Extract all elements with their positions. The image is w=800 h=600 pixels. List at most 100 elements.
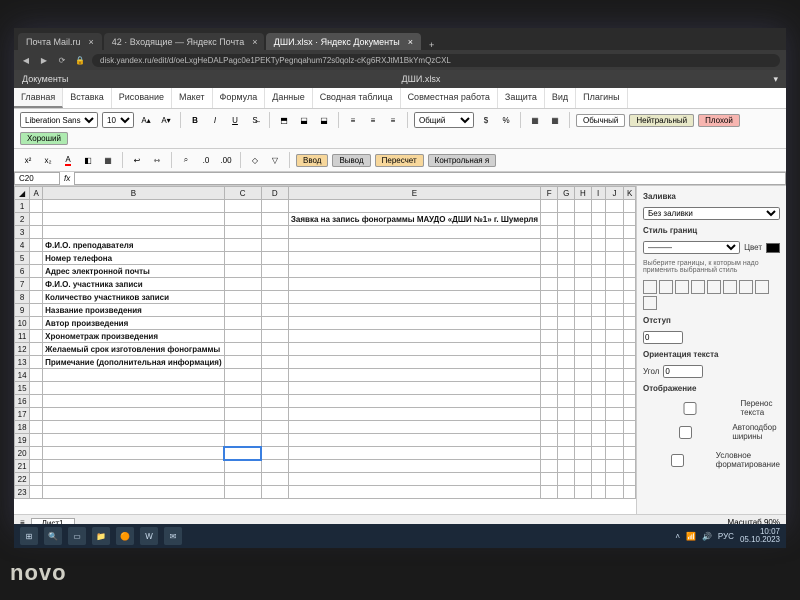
cell[interactable] xyxy=(605,343,624,356)
cell[interactable] xyxy=(541,343,558,356)
cell[interactable] xyxy=(575,226,592,239)
cell[interactable] xyxy=(224,330,261,343)
cell[interactable] xyxy=(575,395,592,408)
cell[interactable] xyxy=(541,447,558,460)
cell[interactable] xyxy=(288,278,540,291)
menu-formula[interactable]: Формула xyxy=(213,88,266,108)
number-format-select[interactable]: Общий xyxy=(414,112,474,128)
currency-icon[interactable]: $ xyxy=(478,112,494,128)
cell[interactable] xyxy=(591,382,605,395)
cell[interactable] xyxy=(624,421,636,434)
cell[interactable] xyxy=(591,304,605,317)
cell[interactable] xyxy=(605,330,624,343)
cell[interactable] xyxy=(558,343,575,356)
cell[interactable]: Количество участников записи xyxy=(43,291,225,304)
fill-select[interactable]: Без заливки xyxy=(643,207,780,220)
col-header[interactable]: I xyxy=(591,187,605,200)
cell[interactable] xyxy=(288,382,540,395)
cell[interactable] xyxy=(605,447,624,460)
autofit-checkbox[interactable]: Автоподбор ширины xyxy=(643,423,780,441)
cell[interactable] xyxy=(605,434,624,447)
cell[interactable] xyxy=(43,473,225,486)
row-header[interactable]: 16 xyxy=(15,395,30,408)
cell[interactable] xyxy=(541,239,558,252)
browser-tab[interactable]: ДШИ.xlsx · Яндекс Документы× xyxy=(266,33,421,50)
cell[interactable]: Номер телефона xyxy=(43,252,225,265)
style-normal[interactable]: Обычный xyxy=(576,114,625,127)
cell[interactable] xyxy=(261,356,288,369)
cell[interactable] xyxy=(288,317,540,330)
close-icon[interactable]: × xyxy=(252,37,257,47)
cell[interactable] xyxy=(624,473,636,486)
align-top-icon[interactable]: ⬒ xyxy=(276,112,292,128)
cell[interactable] xyxy=(541,304,558,317)
col-header[interactable]: A xyxy=(30,187,43,200)
cell[interactable] xyxy=(624,395,636,408)
row-header[interactable]: 11 xyxy=(15,330,30,343)
cell[interactable] xyxy=(30,330,43,343)
cell[interactable] xyxy=(224,304,261,317)
cell[interactable] xyxy=(261,291,288,304)
cell[interactable] xyxy=(30,434,43,447)
row-header[interactable]: 6 xyxy=(15,265,30,278)
cell[interactable] xyxy=(541,382,558,395)
menu-data[interactable]: Данные xyxy=(265,88,313,108)
border-diag-icon[interactable] xyxy=(707,280,721,294)
border-style-select[interactable]: ——— xyxy=(643,241,740,254)
insert-cells-icon[interactable]: ▦ xyxy=(527,112,543,128)
cell[interactable] xyxy=(224,369,261,382)
col-header[interactable]: D xyxy=(261,187,288,200)
indent-input[interactable] xyxy=(643,331,683,344)
tray-lang[interactable]: РУС xyxy=(718,532,734,541)
menu-plugins[interactable]: Плагины xyxy=(576,88,627,108)
cell[interactable] xyxy=(605,291,624,304)
menu-view[interactable]: Вид xyxy=(545,88,576,108)
borders-icon[interactable]: ▦ xyxy=(100,152,116,168)
cell[interactable] xyxy=(288,343,540,356)
cell[interactable] xyxy=(30,447,43,460)
cell[interactable] xyxy=(558,447,575,460)
cell[interactable] xyxy=(541,291,558,304)
cell[interactable] xyxy=(575,239,592,252)
cell[interactable]: Желаемый срок изготовления фонограммы xyxy=(43,343,225,356)
underline-icon[interactable]: U xyxy=(227,112,243,128)
cell[interactable] xyxy=(288,460,540,473)
col-header[interactable]: C xyxy=(224,187,261,200)
style-input[interactable]: Ввод xyxy=(296,154,328,167)
cell[interactable] xyxy=(261,486,288,499)
cell[interactable] xyxy=(224,356,261,369)
cell[interactable] xyxy=(558,330,575,343)
cell[interactable] xyxy=(43,382,225,395)
cell[interactable] xyxy=(30,278,43,291)
row-header[interactable]: 20 xyxy=(15,447,30,460)
col-header[interactable]: J xyxy=(605,187,624,200)
cell[interactable] xyxy=(261,330,288,343)
menu-main[interactable]: Главная xyxy=(14,88,63,108)
strike-icon[interactable]: S̶ xyxy=(247,112,263,128)
style-output[interactable]: Вывод xyxy=(332,154,370,167)
cell[interactable] xyxy=(605,421,624,434)
style-bad[interactable]: Плохой xyxy=(698,114,740,127)
row-header[interactable]: 17 xyxy=(15,408,30,421)
font-size-select[interactable]: 10 xyxy=(102,112,134,128)
align-bottom-icon[interactable]: ⬓ xyxy=(316,112,332,128)
cell[interactable] xyxy=(261,252,288,265)
cell[interactable] xyxy=(624,369,636,382)
menu-collab[interactable]: Совместная работа xyxy=(401,88,498,108)
cell[interactable] xyxy=(591,408,605,421)
cell[interactable] xyxy=(605,382,624,395)
cell[interactable] xyxy=(261,265,288,278)
cell[interactable] xyxy=(30,265,43,278)
cell[interactable] xyxy=(575,434,592,447)
cell[interactable] xyxy=(575,486,592,499)
row-header[interactable]: 14 xyxy=(15,369,30,382)
border-left-icon[interactable] xyxy=(755,280,769,294)
cell[interactable] xyxy=(541,317,558,330)
border-all-icon[interactable] xyxy=(659,280,673,294)
cell[interactable] xyxy=(30,356,43,369)
menu-pivot[interactable]: Сводная таблица xyxy=(313,88,401,108)
back-icon[interactable]: ◀ xyxy=(20,54,32,66)
cell[interactable] xyxy=(288,200,540,213)
cell[interactable] xyxy=(605,200,624,213)
cell[interactable] xyxy=(30,226,43,239)
